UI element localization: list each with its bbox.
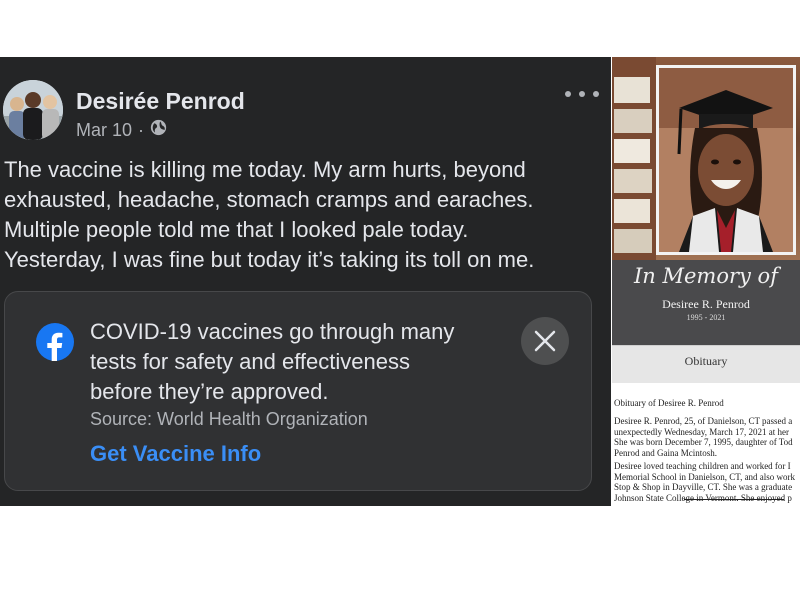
obituary-line: Penrod and Gaina Mcintosh. xyxy=(614,447,717,458)
card-source: Source: World Health Organization xyxy=(90,409,368,429)
post-meta: Mar 10 · xyxy=(76,119,167,141)
dot xyxy=(593,91,599,97)
obituary-line: Johnson State College in Vermont. She en… xyxy=(614,492,792,503)
obituary-title: Obituary of Desiree R. Penrod xyxy=(614,398,724,408)
obituary-line: unexpectedly Wednesday, March 17, 2021 a… xyxy=(614,426,789,437)
memorial-name: Desiree R. Penrod xyxy=(662,297,750,311)
more-options-icon[interactable] xyxy=(565,84,599,104)
post-text-line: The vaccine is killing me today. My arm … xyxy=(4,157,526,182)
obituary-line: Stop & Shop in Dayville, CT. She was a g… xyxy=(614,482,793,492)
memorial-header-background xyxy=(612,57,800,260)
author-avatar[interactable] xyxy=(3,80,63,140)
obituary-line: Desiree R. Penrod, 25, of Danielson, CT … xyxy=(614,416,793,426)
dot xyxy=(579,91,585,97)
obituary-line: She was born December 7, 1995, daughter … xyxy=(614,437,793,447)
post-date[interactable]: Mar 10 xyxy=(76,120,132,141)
obituary-paragraph: Desiree R. Penrod, 25, of Danielson, CT … xyxy=(614,416,793,458)
post-text-line: Multiple people told me that I looked pa… xyxy=(4,217,469,242)
bookshelf-image xyxy=(612,57,656,260)
globe-icon xyxy=(150,119,167,141)
obituary-underline xyxy=(684,499,784,500)
card-message: COVID-19 vaccines go through many tests … xyxy=(90,317,510,407)
close-button[interactable] xyxy=(521,317,569,365)
get-vaccine-info-link[interactable]: Get Vaccine Info xyxy=(90,441,261,467)
facebook-logo-icon xyxy=(36,323,74,361)
obituary-tab[interactable]: Obituary xyxy=(612,354,800,369)
card-message-line: COVID-19 vaccines go through many xyxy=(90,319,455,344)
dot xyxy=(565,91,571,97)
post-text: The vaccine is killing me today. My arm … xyxy=(4,155,604,275)
memorial-portrait-photo xyxy=(656,65,796,255)
vaccine-info-card: COVID-19 vaccines go through many tests … xyxy=(4,291,592,491)
memorial-page: In Memory of Desiree R. Penrod 1995 - 20… xyxy=(612,57,800,506)
author-name[interactable]: Desirée Penrod xyxy=(76,88,245,115)
obituary-line: Desiree loved teaching children and work… xyxy=(614,461,791,471)
meta-separator: · xyxy=(138,119,145,140)
in-memory-heading: In Memory of xyxy=(634,264,778,288)
obituary-paragraph: Desiree loved teaching children and work… xyxy=(614,461,795,503)
card-message-line: tests for safety and effectiveness xyxy=(90,349,410,374)
post-text-line: exhausted, headache, stomach cramps and … xyxy=(4,187,534,212)
memorial-years: 1995 - 2021 xyxy=(686,313,726,322)
card-message-line: before they’re approved. xyxy=(90,379,329,404)
post-text-line: Yesterday, I was fine but today it’s tak… xyxy=(4,247,535,272)
obituary-line: Memorial School in Danielson, CT, and al… xyxy=(614,471,796,482)
close-icon xyxy=(534,330,556,352)
